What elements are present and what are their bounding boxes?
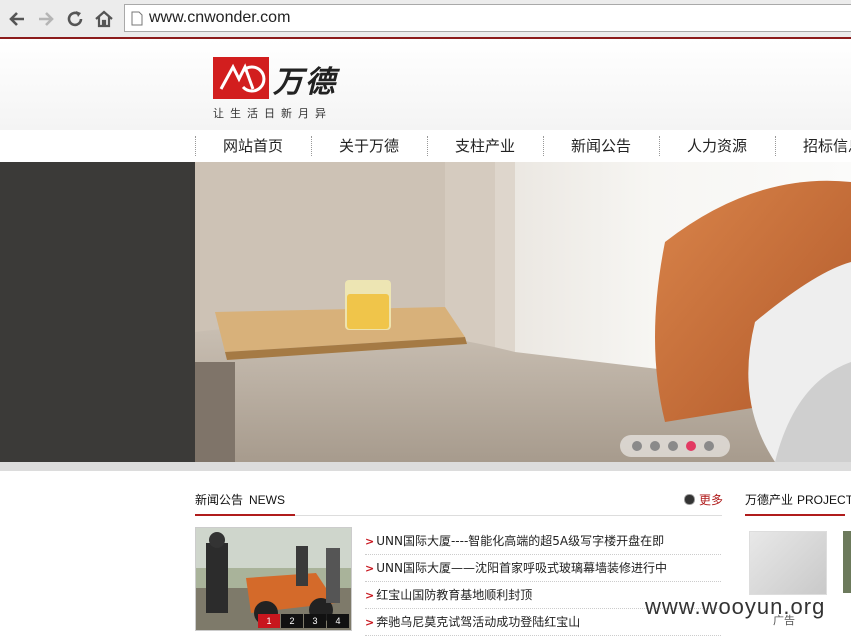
back-arrow-icon[interactable] [6, 8, 28, 30]
nav-home[interactable]: 网站首页 [195, 130, 311, 162]
news-title-cn: 新闻公告 [195, 493, 244, 507]
arrow-icon: > [365, 616, 375, 629]
projects-section-title: 万德产业 PROJECT [745, 491, 851, 508]
pager-2[interactable]: 2 [281, 614, 303, 628]
hero-banner[interactable] [0, 162, 851, 462]
slider-pagination [620, 435, 730, 457]
banner-photo-sofa [195, 162, 851, 462]
slider-dot-4-active[interactable] [686, 441, 696, 451]
news-item-title[interactable]: UNN国际大厦----智能化高端的超5A级写字楼开盘在即 [376, 534, 664, 548]
more-bullet-icon [684, 494, 695, 505]
slider-dot-1[interactable] [632, 441, 642, 451]
news-more-label[interactable]: 更多 [699, 493, 723, 507]
url-text[interactable]: www.cnwonder.com [149, 9, 290, 27]
project-thumbnail[interactable] [843, 531, 851, 593]
pager-1[interactable]: 1 [258, 614, 280, 628]
news-title-en: NEWS [249, 493, 286, 507]
news-photo[interactable]: 1 2 3 4 [195, 527, 352, 631]
browser-toolbar: www.cnwonder.com [0, 0, 851, 38]
projects-title-cn: 万德产业 [745, 493, 794, 507]
news-photo-pager: 1 2 3 4 [257, 614, 349, 628]
nav-industry[interactable]: 支柱产业 [427, 130, 543, 162]
news-item-title[interactable]: 奔驰乌尼莫克试驾活动成功登陆红宝山 [376, 615, 580, 629]
page-icon [131, 11, 143, 26]
news-section-title: 新闻公告 NEWS [195, 491, 285, 508]
arrow-icon: > [365, 535, 375, 548]
banner-dark-panel [0, 162, 195, 462]
slogan: 让生活日新月异 [213, 107, 332, 120]
arrow-icon: > [365, 589, 375, 602]
watermark: www.wooyun.org [645, 594, 826, 619]
news-item[interactable]: > UNN国际大厦——沈阳首家呼吸式玻璃幕墙装修进行中 [365, 555, 721, 582]
logo-text: 万德 [273, 65, 337, 100]
nav-about[interactable]: 关于万德 [311, 130, 427, 162]
pager-4[interactable]: 4 [327, 614, 349, 628]
projects-title-en: PROJECT [797, 493, 851, 507]
nav-news[interactable]: 新闻公告 [543, 130, 659, 162]
pager-3[interactable]: 3 [304, 614, 326, 628]
news-item-title[interactable]: UNN国际大厦——沈阳首家呼吸式玻璃幕墙装修进行中 [376, 561, 667, 575]
project-thumbnail[interactable] [749, 531, 827, 595]
reload-icon[interactable] [64, 8, 86, 30]
address-bar[interactable]: www.cnwonder.com [124, 4, 851, 32]
news-more-link[interactable]: 更多 [684, 491, 723, 508]
nav-hr[interactable]: 人力资源 [659, 130, 775, 162]
forward-arrow-icon[interactable] [35, 8, 57, 30]
nav-bidding[interactable]: 招标信息 [775, 130, 851, 162]
news-divider-accent [195, 514, 295, 516]
banner-bottom-bar [0, 462, 851, 471]
site-header: 万德 让生活日新月异 [0, 39, 851, 130]
slider-dot-3[interactable] [668, 441, 678, 451]
slider-dot-5[interactable] [704, 441, 714, 451]
home-icon[interactable] [93, 8, 115, 30]
main-nav: 网站首页 关于万德 支柱产业 新闻公告 人力资源 招标信息 [0, 130, 851, 162]
slider-dot-2[interactable] [650, 441, 660, 451]
logo-icon[interactable] [213, 57, 269, 99]
arrow-icon: > [365, 562, 375, 575]
projects-divider-accent [745, 514, 845, 516]
news-item[interactable]: > UNN国际大厦----智能化高端的超5A级写字楼开盘在即 [365, 528, 721, 555]
news-item-title[interactable]: 红宝山国防教育基地顺利封顶 [376, 588, 532, 602]
